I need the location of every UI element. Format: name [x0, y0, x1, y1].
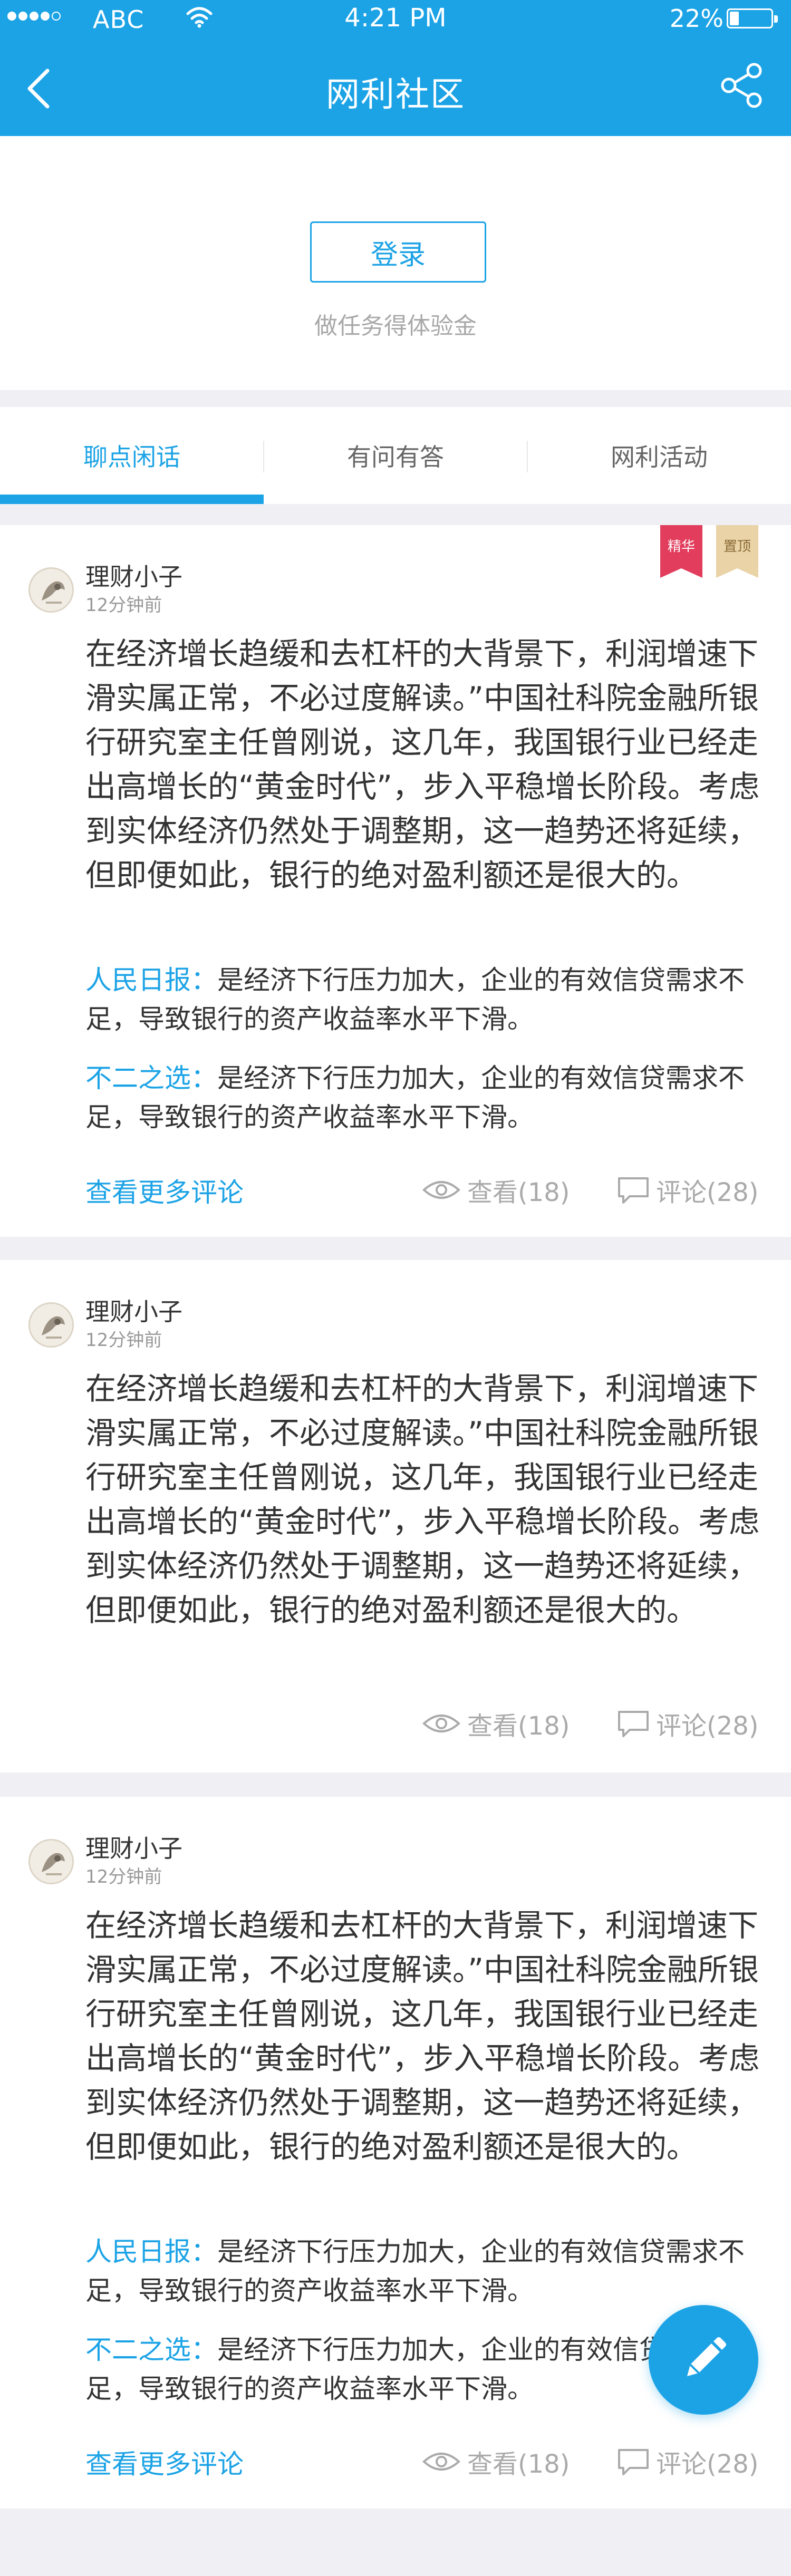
top-bar: ABC 4:21 PM 22% 网利社区 — [0, 0, 791, 136]
more-comments-link[interactable]: 查看更多评论 — [85, 2443, 244, 2481]
comment-count-label: 评论(28) — [656, 1711, 759, 1741]
eye-icon — [422, 1181, 460, 1199]
comment-author[interactable]: 不二之选： — [85, 1063, 217, 1093]
comment-item: 人民日报：是经济下行压力加大，企业的有效信贷需求不足，导致银行的资产收益率水平下… — [85, 2232, 760, 2310]
avatar-image — [30, 569, 72, 611]
post-text: 在经济增长趋缓和去杠杆的大背景下，利润增速下滑实属正常，不必过度解读。”中国社科… — [85, 636, 760, 893]
status-bar: ABC 4:21 PM 22% — [0, 0, 791, 38]
avatar[interactable] — [28, 1302, 74, 1348]
post-card[interactable]: 精华 置顶 理财小子 12分钟前 在经济增长趋缓和去杠杆的大背景下，利润增速下滑… — [0, 525, 791, 1237]
tab-bar: 聊点闲话 有问有答 网利活动 — [0, 407, 791, 504]
eye-icon — [422, 1715, 460, 1732]
battery-icon — [727, 8, 778, 28]
pencil-icon — [687, 2337, 726, 2376]
comment-author[interactable]: 人民日报： — [85, 2236, 217, 2267]
post-card[interactable]: 理财小子 12分钟前 在经济增长趋缓和去杠杆的大背景下，利润增速下滑实属正常，不… — [0, 1260, 791, 1773]
avatar[interactable] — [28, 1839, 74, 1884]
tab-indicator — [0, 495, 264, 504]
tab-chat[interactable]: 聊点闲话 — [0, 407, 264, 504]
page-title: 网利社区 — [326, 75, 465, 114]
view-count[interactable]: 查看(18) — [422, 2443, 570, 2480]
comment-item: 人民日报：是经济下行压力加大，企业的有效信贷需求不足，导致银行的资产收益率水平下… — [85, 961, 760, 1039]
login-button[interactable]: 登录 — [310, 221, 486, 283]
post-text: 在经济增长趋缓和去杠杆的大背景下，利润增速下滑实属正常，不必过度解读。”中国社科… — [85, 1907, 760, 2165]
share-icon — [721, 63, 762, 108]
share-button[interactable] — [717, 61, 766, 110]
post-time: 12分钟前 — [85, 1866, 162, 1887]
view-count-label: 查看(18) — [467, 1178, 570, 1207]
comment-bubble-icon — [618, 2449, 649, 2475]
author-name[interactable]: 理财小子 — [85, 558, 182, 593]
comment-item: 不二之选：是经济下行压力加大，企业的有效信贷需求不足，导致银行的资产收益率水平下… — [85, 1059, 760, 1137]
app-root: { "status": {"carrier": "ABC", "time": "… — [0, 0, 791, 2576]
avatar-image — [30, 1304, 72, 1346]
author-name[interactable]: 理财小子 — [85, 1293, 182, 1328]
view-count-label: 查看(18) — [467, 1711, 570, 1741]
comment-bubble-icon — [618, 1711, 649, 1737]
login-panel: 登录 做任务得体验金 — [0, 136, 791, 390]
comment-count[interactable]: 评论(28) — [617, 1705, 759, 1742]
pinned-badge: 置顶 — [716, 525, 758, 578]
author-name[interactable]: 理财小子 — [85, 1829, 182, 1864]
comment-author[interactable]: 人民日报： — [85, 965, 217, 995]
avatar-image — [30, 1841, 72, 1883]
battery-percent: 22% — [669, 4, 724, 33]
eye-icon — [422, 2453, 460, 2471]
post-time: 12分钟前 — [85, 595, 162, 616]
post-time: 12分钟前 — [85, 1330, 162, 1351]
tab-activities[interactable]: 网利活动 — [527, 407, 791, 504]
comment-count[interactable]: 评论(28) — [617, 1171, 759, 1208]
comment-bubble-icon — [618, 1177, 649, 1204]
comment-count[interactable]: 评论(28) — [617, 2443, 759, 2480]
comment-author[interactable]: 不二之选： — [85, 2335, 217, 2365]
more-comments-link[interactable]: 查看更多评论 — [85, 1171, 244, 1209]
avatar[interactable] — [28, 567, 74, 613]
compose-button[interactable] — [649, 2305, 758, 2415]
featured-badge: 精华 — [660, 525, 702, 578]
view-count-label: 查看(18) — [467, 2449, 570, 2479]
tab-qa[interactable]: 有问有答 — [264, 407, 527, 504]
login-tip: 做任务得体验金 — [314, 313, 477, 340]
post-text: 在经济增长趋缓和去杠杆的大背景下，利润增速下滑实属正常，不必过度解读。”中国社科… — [85, 1371, 760, 1628]
view-count[interactable]: 查看(18) — [422, 1171, 570, 1208]
view-count[interactable]: 查看(18) — [422, 1705, 570, 1742]
comment-count-label: 评论(28) — [656, 1178, 759, 1207]
comment-count-label: 评论(28) — [656, 2449, 759, 2479]
